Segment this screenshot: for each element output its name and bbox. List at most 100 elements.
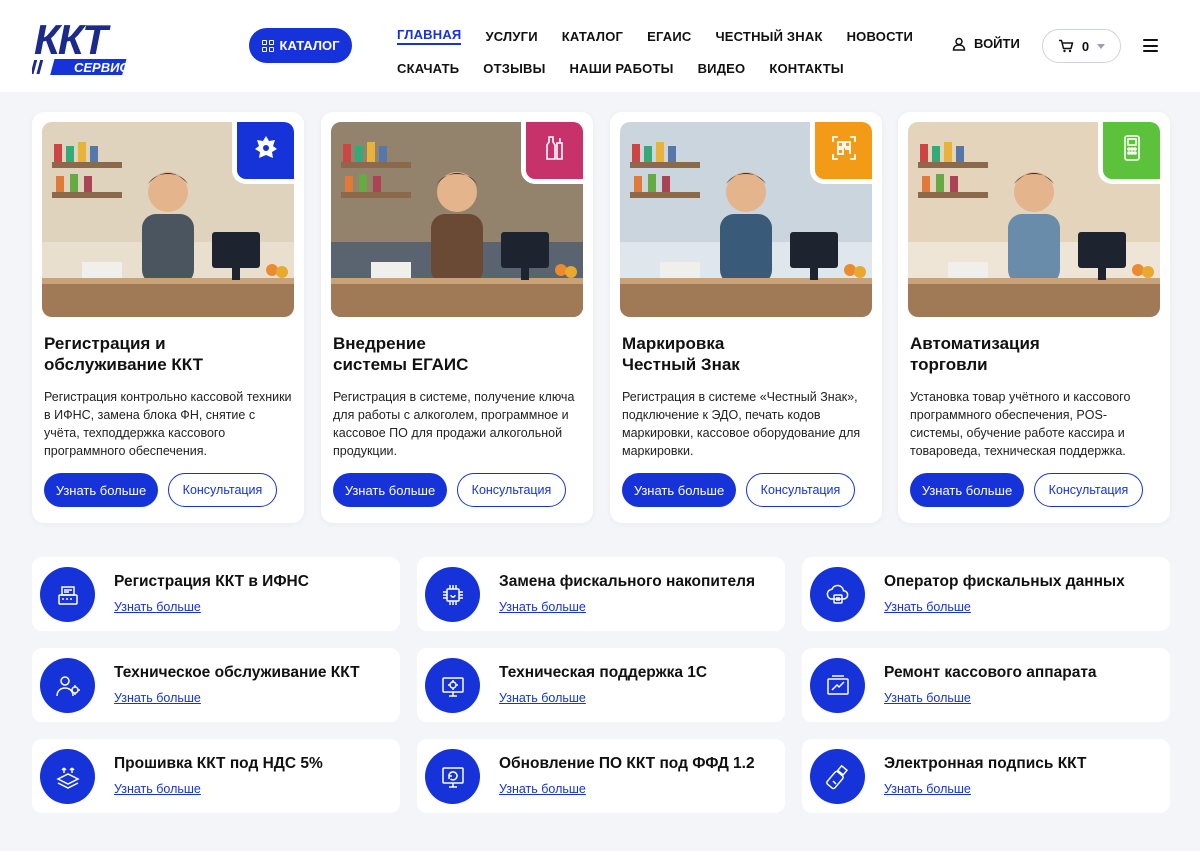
learn-more-button[interactable]: Узнать больше (622, 473, 736, 507)
emblem-icon (251, 133, 281, 168)
service-card: Внедрение системы ЕГАИС Регистрация в си… (321, 112, 593, 523)
learn-more-link[interactable]: Узнать больше (114, 600, 201, 614)
settings-screen-icon (425, 658, 480, 713)
card-badge (232, 122, 294, 184)
card-illustration (908, 122, 1160, 317)
nav-item[interactable]: ГЛАВНАЯ (397, 27, 462, 45)
learn-more-button[interactable]: Узнать больше (910, 473, 1024, 507)
bottles-icon (540, 133, 570, 168)
card-title-line: Внедрение (333, 334, 426, 353)
consultation-button[interactable]: Консультация (746, 473, 855, 507)
learn-more-link[interactable]: Узнать больше (499, 782, 586, 796)
chip-icon (425, 567, 480, 622)
nav-item[interactable]: ОТЗЫВЫ (483, 61, 545, 76)
card-description: Регистрация в системе «Честный Знак», по… (622, 390, 861, 458)
learn-more-link[interactable]: Узнать больше (114, 691, 201, 705)
cash-register-icon (40, 567, 95, 622)
service-card: Регистрация и обслуживание ККТ Регистрац… (32, 112, 304, 523)
card-illustration (331, 122, 583, 317)
learn-more-link[interactable]: Узнать больше (884, 782, 971, 796)
repair-icon (810, 658, 865, 713)
nav-item[interactable]: УСЛУГИ (485, 29, 537, 44)
catalog-button[interactable]: КАТАЛОГ (249, 28, 352, 63)
chevron-down-icon (1097, 43, 1106, 49)
service-tile[interactable]: Ремонт кассового аппарата Узнать больше (802, 648, 1170, 722)
login-button[interactable]: ВОЙТИ (952, 36, 1020, 51)
nav-item[interactable]: ЧЕСТНЫЙ ЗНАК (715, 29, 822, 44)
card-description: Регистрация контрольно кассовой техники … (44, 390, 292, 458)
service-tile-title: Регистрация ККТ в ИФНС (114, 573, 309, 590)
learn-more-link[interactable]: Узнать больше (884, 600, 971, 614)
cart-button[interactable]: 0 (1042, 29, 1121, 63)
nav-item[interactable]: НАШИ РАБОТЫ (570, 61, 674, 76)
nav-row-1: ГЛАВНАЯ УСЛУГИ КАТАЛОГ ЕГАИС ЧЕСТНЫЙ ЗНАК НОВ… (397, 20, 917, 52)
main-nav: ГЛАВНАЯ УСЛУГИ КАТАЛОГ ЕГАИС ЧЕСТНЫЙ ЗНАК НОВ… (397, 20, 917, 84)
card-illustration (620, 122, 872, 317)
service-tile-title: Обновление ПО ККТ под ФФД 1.2 (499, 755, 755, 772)
card-badge (521, 122, 583, 184)
layers-upload-icon (40, 749, 95, 804)
cart-count: 0 (1081, 38, 1090, 54)
card-title-line: обслуживание ККТ (44, 355, 203, 374)
nav-item[interactable]: СКАЧАТЬ (397, 61, 459, 76)
service-card: Автоматизация торговли Установка товар у… (898, 112, 1170, 523)
card-title-line: Маркировка (622, 334, 725, 353)
nav-item[interactable]: КОНТАКТЫ (769, 61, 843, 76)
service-tile-title: Прошивка ККТ под НДС 5% (114, 755, 323, 772)
service-tile[interactable]: Регистрация ККТ в ИФНС Узнать больше (32, 557, 400, 631)
card-title-line: Регистрация и (44, 334, 166, 353)
card-title-line: торговли (910, 355, 988, 374)
learn-more-link[interactable]: Узнать больше (499, 691, 586, 705)
catalog-button-label: КАТАЛОГ (279, 38, 340, 53)
service-tile-title: Техническая поддержка 1С (499, 664, 708, 681)
nav-item[interactable]: ВИДЕО (698, 61, 746, 76)
service-tile[interactable]: Оператор фискальных данных Узнать больше (802, 557, 1170, 631)
card-description: Регистрация в системе, получение ключа д… (333, 390, 575, 458)
card-badge (1098, 122, 1160, 184)
card-title: Регистрация и обслуживание ККТ (44, 333, 294, 375)
service-tile[interactable]: Замена фискального накопителя Узнать бол… (417, 557, 785, 631)
service-tile[interactable]: Техническая поддержка 1С Узнать больше (417, 648, 785, 722)
card-illustration (42, 122, 294, 317)
learn-more-link[interactable]: Узнать больше (114, 782, 201, 796)
card-title: Автоматизация торговли (910, 333, 1160, 375)
card-title-line: Автоматизация (910, 334, 1040, 353)
site-header: ККТ СЕРВИС КАТАЛОГ ГЛАВНАЯ УСЛУГИ КАТАЛОГ Е… (0, 0, 1200, 92)
service-tile-title: Ремонт кассового аппарата (884, 664, 1097, 681)
logo-main-text: ККТ (34, 16, 111, 63)
nav-item[interactable]: КАТАЛОГ (562, 29, 623, 44)
consultation-button[interactable]: Консультация (168, 473, 277, 507)
service-tile[interactable]: Прошивка ККТ под НДС 5% Узнать больше (32, 739, 400, 813)
pos-terminal-icon (1117, 133, 1147, 168)
consultation-button[interactable]: Консультация (1034, 473, 1143, 507)
learn-more-link[interactable]: Узнать больше (499, 600, 586, 614)
service-tile[interactable]: Техническое обслуживание ККТ Узнать боль… (32, 648, 400, 722)
card-title-line: системы ЕГАИС (333, 355, 469, 374)
service-tile[interactable]: Электронная подпись ККТ Узнать больше (802, 739, 1170, 813)
usb-token-icon (810, 749, 865, 804)
login-label: ВОЙТИ (974, 36, 1020, 51)
nav-item[interactable]: ЕГАИС (647, 29, 691, 44)
logo-sub-text: СЕРВИС (74, 60, 129, 75)
technician-icon (40, 658, 95, 713)
user-icon (952, 37, 966, 51)
qr-code-icon (829, 133, 859, 168)
learn-more-button[interactable]: Узнать больше (333, 473, 447, 507)
card-title: Маркировка Честный Знак (622, 333, 872, 375)
monitor-update-icon (425, 749, 480, 804)
service-tile-title: Электронная подпись ККТ (884, 755, 1087, 772)
service-tile[interactable]: Обновление ПО ККТ под ФФД 1.2 Узнать бол… (417, 739, 785, 813)
learn-more-button[interactable]: Узнать больше (44, 473, 158, 507)
card-title: Внедрение системы ЕГАИС (333, 333, 583, 375)
learn-more-link[interactable]: Узнать больше (884, 691, 971, 705)
nav-row-2: СКАЧАТЬ ОТЗЫВЫ НАШИ РАБОТЫ ВИДЕО КОНТАКТЫ (397, 52, 917, 84)
cloud-icon (810, 567, 865, 622)
nav-item[interactable]: НОВОСТИ (847, 29, 913, 44)
grid-icon (261, 39, 274, 52)
service-tile-title: Замена фискального накопителя (499, 573, 756, 590)
hamburger-menu-icon[interactable] (1143, 39, 1158, 52)
card-badge (810, 122, 872, 184)
logo[interactable]: ККТ СЕРВИС (18, 16, 144, 78)
consultation-button[interactable]: Консультация (457, 473, 566, 507)
service-card: Маркировка Честный Знак Регистрация в си… (610, 112, 882, 523)
